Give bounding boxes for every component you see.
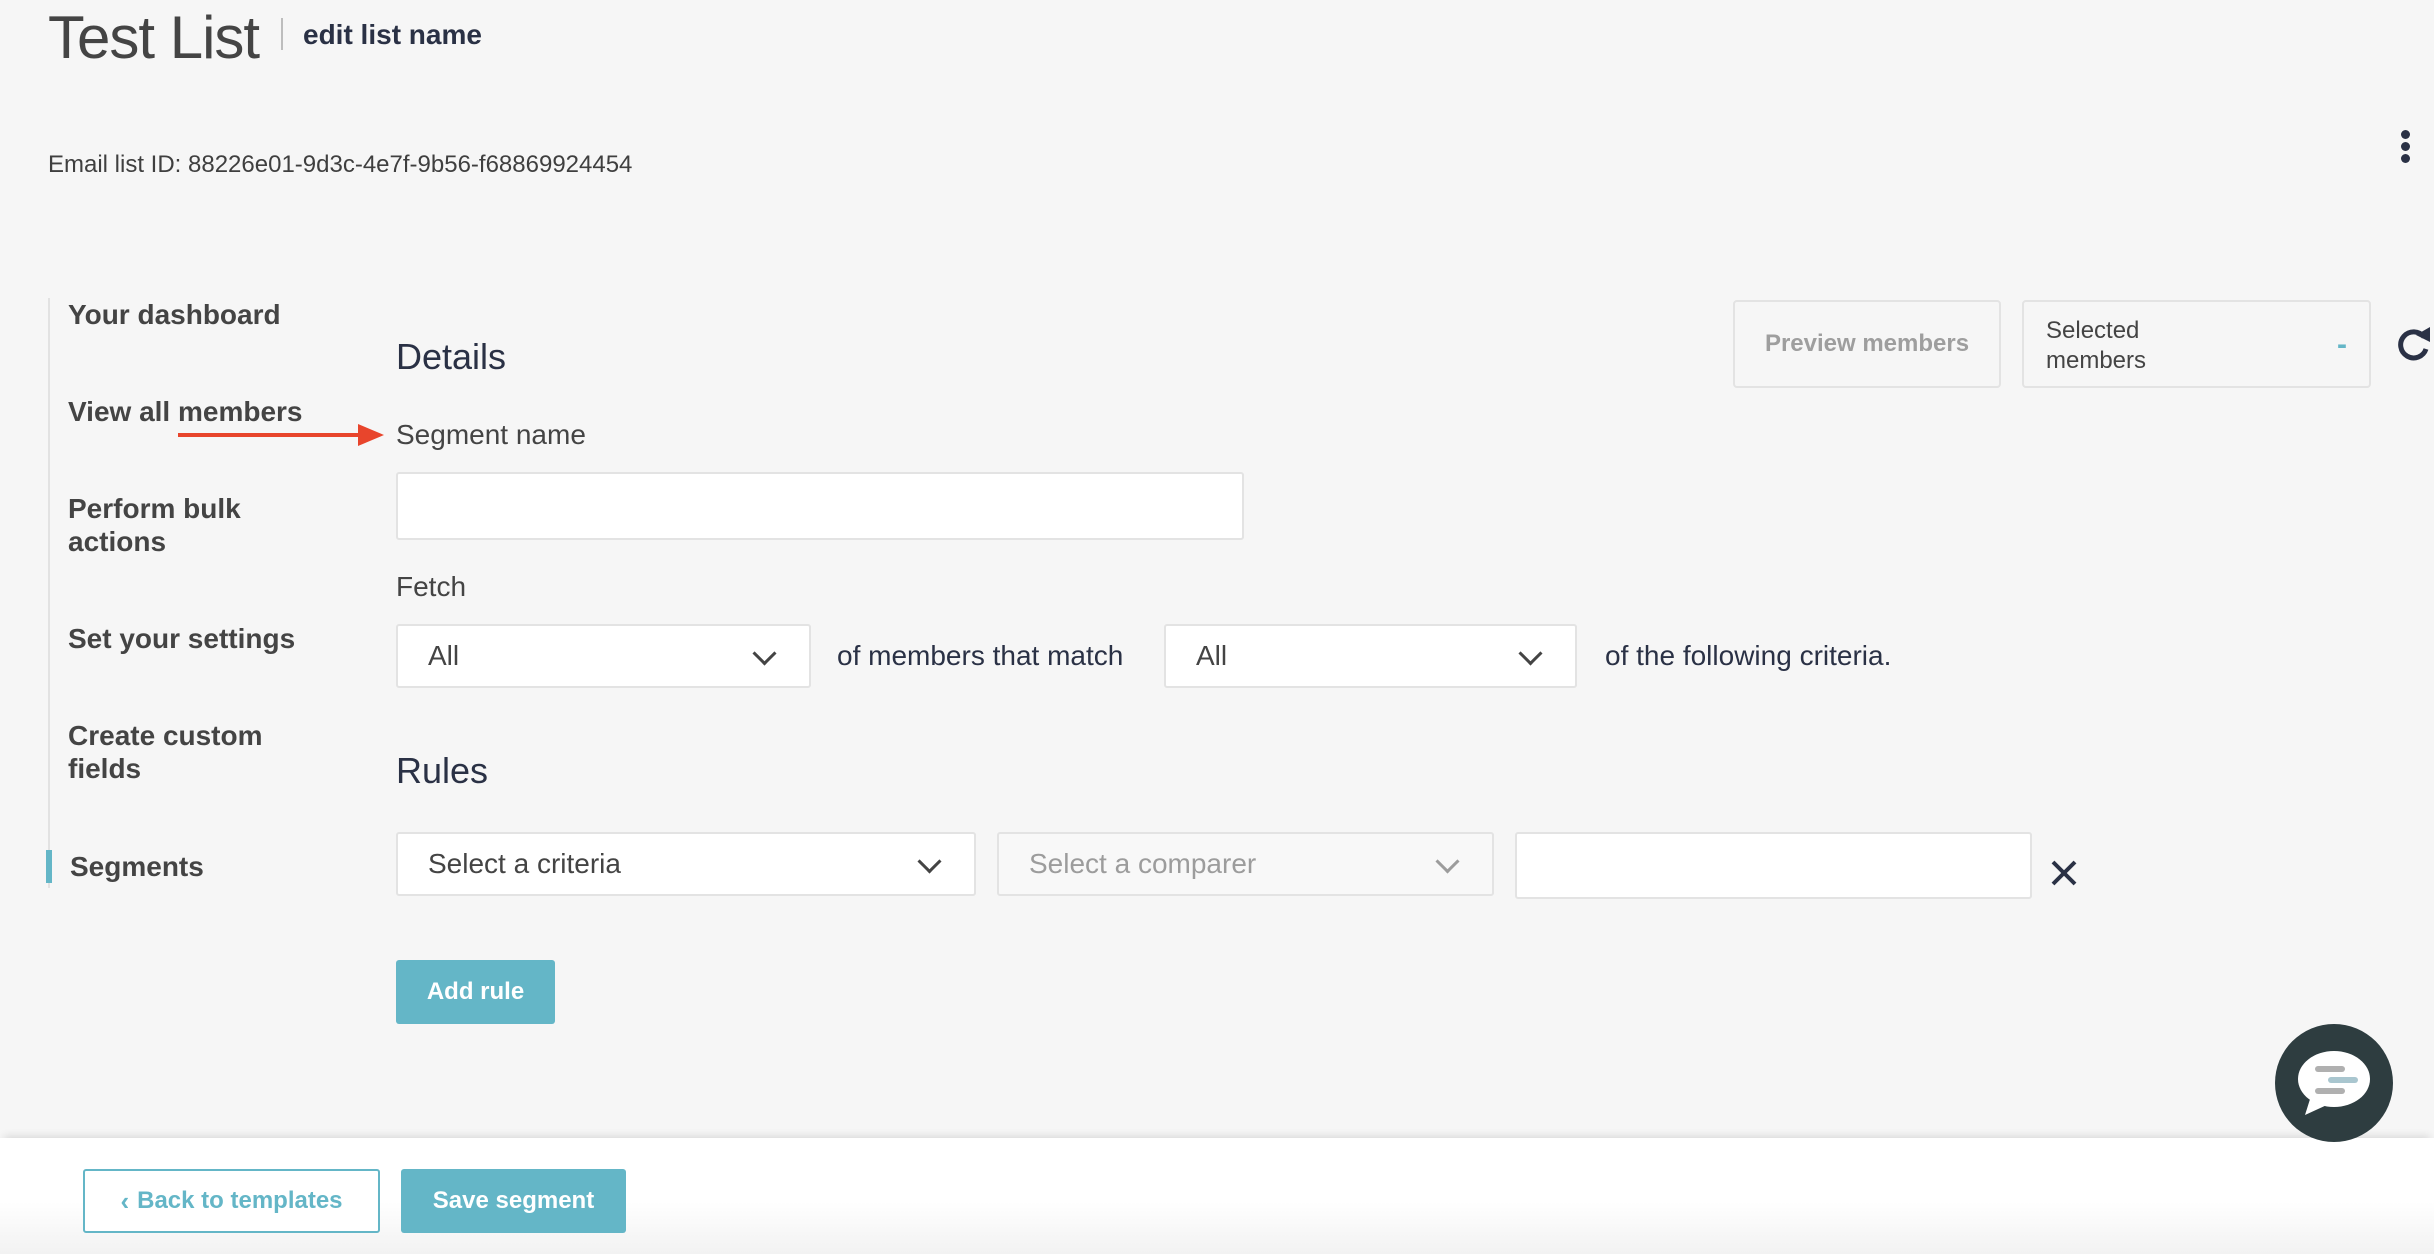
comparer-select-placeholder: Select a comparer: [1029, 848, 1257, 879]
remove-rule-icon[interactable]: [2049, 858, 2079, 888]
chevron-down-icon: [752, 641, 777, 666]
back-to-templates-label: Back to templates: [137, 1187, 343, 1214]
sidebar-active-indicator: [46, 850, 52, 883]
criteria-select[interactable]: Select a criteria: [396, 832, 976, 896]
fetch-trailing-text: of the following criteria.: [1605, 640, 1892, 671]
chat-widget-button[interactable]: [2275, 1024, 2393, 1142]
sidebar-item-segments[interactable]: Segments: [70, 850, 320, 883]
details-heading: Details: [396, 336, 507, 377]
arrow-right-icon: [178, 424, 384, 446]
fetch-label: Fetch: [396, 571, 467, 602]
back-to-templates-button[interactable]: ‹ Back to templates: [83, 1169, 380, 1233]
selected-members-count: Selected members -: [2022, 300, 2371, 388]
fetch-middle-text: of members that match: [837, 640, 1124, 671]
selected-members-value: -: [2337, 328, 2347, 361]
sidebar-rail: [48, 298, 50, 888]
comparer-select[interactable]: Select a comparer: [997, 832, 1494, 896]
fetch-select[interactable]: All: [396, 624, 811, 688]
sidebar-item-settings[interactable]: Set your settings: [68, 622, 318, 655]
save-segment-button[interactable]: Save segment: [401, 1169, 626, 1233]
segment-name-input[interactable]: [396, 472, 1244, 540]
fetch-select-value: All: [428, 640, 460, 671]
chevron-down-icon: [917, 849, 942, 874]
sidebar-item-custom-fields[interactable]: Create custom fields: [68, 719, 278, 785]
title-divider: [281, 18, 283, 50]
email-list-id: Email list ID: 88226e01-9d3c-4e7f-9b56-f…: [48, 151, 633, 178]
kebab-vertical-icon: [2395, 130, 2415, 163]
segment-name-label: Segment name: [396, 419, 586, 450]
chevron-down-icon: [1518, 641, 1543, 666]
preview-members-button[interactable]: Preview members: [1733, 300, 2001, 388]
selected-members-label: Selected members: [2046, 317, 2147, 374]
chevron-down-icon: [1435, 849, 1460, 874]
footer-bar: ‹ Back to templates Save segment: [0, 1138, 2434, 1254]
match-select[interactable]: All: [1164, 624, 1577, 688]
edit-list-name-link[interactable]: edit list name: [303, 18, 482, 52]
add-rule-button[interactable]: Add rule: [396, 960, 555, 1024]
rules-heading: Rules: [396, 750, 489, 791]
sidebar-item-dashboard[interactable]: Your dashboard: [68, 298, 318, 331]
more-options-button[interactable]: [2395, 130, 2415, 166]
refresh-icon[interactable]: [2394, 325, 2432, 363]
rule-value-input[interactable]: [1515, 832, 2032, 899]
criteria-select-placeholder: Select a criteria: [428, 848, 621, 879]
chevron-left-icon: ‹: [120, 1185, 130, 1216]
chat-bubble-icon: [2298, 1051, 2370, 1115]
sidebar-item-bulk-actions[interactable]: Perform bulk actions: [68, 492, 268, 558]
match-select-value: All: [1196, 640, 1228, 671]
page-title: Test List: [48, 4, 260, 71]
